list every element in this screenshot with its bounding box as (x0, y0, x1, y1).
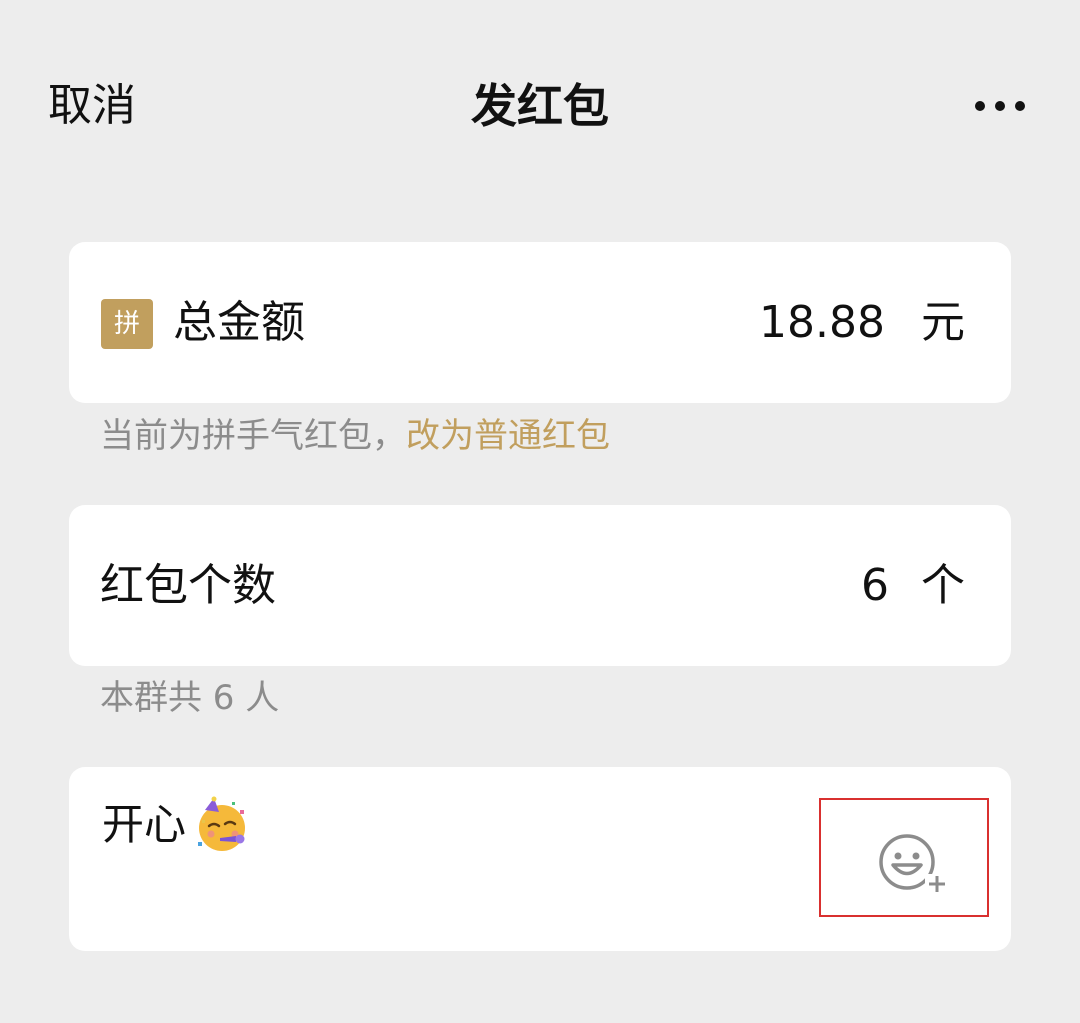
packet-count-input[interactable]: 6 (861, 557, 889, 615)
packet-type-text: 当前为拼手气红包， (100, 416, 406, 456)
switch-to-normal-link[interactable]: 改为普通红包 (406, 416, 610, 456)
packet-count-card: 红包个数 6 个 (69, 505, 1011, 666)
message-card: 开心 (69, 767, 1011, 951)
add-emoji-icon (879, 834, 949, 894)
partying-face-icon (192, 796, 250, 854)
packet-type-note: 当前为拼手气红包，改为普通红包 (100, 412, 610, 460)
group-size-note: 本群共 6 人 (100, 678, 280, 718)
count-unit: 个 (921, 560, 965, 611)
amount-unit: 元 (921, 297, 965, 348)
blessing-message-input[interactable]: 开心 (102, 793, 250, 857)
more-dots-icon[interactable] (960, 86, 1040, 126)
lucky-draw-badge: 拼 (101, 299, 153, 349)
packet-count-label: 红包个数 (100, 560, 276, 611)
message-text: 开心 (102, 800, 187, 849)
total-amount-input[interactable]: 18.88 (759, 294, 885, 352)
add-emoji-button[interactable] (819, 798, 989, 917)
total-amount-card: 拼 总金额 18.88 元 (69, 242, 1011, 403)
page-title: 发红包 (471, 79, 609, 133)
nav-bar: 取消 发红包 (0, 0, 1080, 210)
total-amount-label: 总金额 (173, 297, 305, 348)
